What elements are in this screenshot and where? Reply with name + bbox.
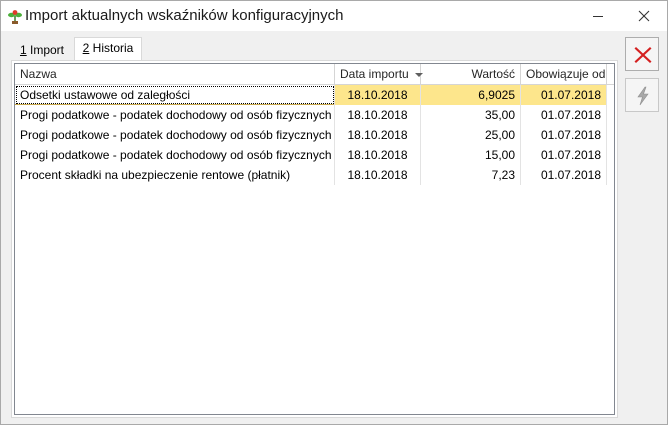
- cell-data-importu: 18.10.2018: [335, 85, 421, 105]
- column-header-wartosc[interactable]: Wartość: [421, 64, 521, 84]
- tab-historia-label: Historia: [89, 41, 134, 55]
- cell-nazwa: Progi podatkowe - podatek dochodowy od o…: [15, 105, 335, 125]
- table-row[interactable]: Procent składki na ubezpieczenie rentowe…: [15, 165, 607, 185]
- table-row[interactable]: Progi podatkowe - podatek dochodowy od o…: [15, 145, 607, 165]
- table-row[interactable]: Progi podatkowe - podatek dochodowy od o…: [15, 125, 607, 145]
- import-window: Import aktualnych wskaźników konfiguracy…: [0, 0, 668, 425]
- title-bar[interactable]: Import aktualnych wskaźników konfiguracy…: [1, 1, 667, 31]
- tab-historia[interactable]: 2 Historia: [74, 37, 142, 61]
- cell-obowiazuje-od: 01.07.2018: [521, 165, 607, 185]
- lightning-icon: [637, 86, 649, 106]
- cell-obowiazuje-od: 01.07.2018: [521, 105, 607, 125]
- column-header-nazwa[interactable]: Nazwa: [15, 64, 335, 84]
- tab-import-label: Import: [26, 43, 65, 57]
- cell-data-importu: 18.10.2018: [335, 125, 421, 145]
- cell-wartosc: 25,00: [421, 125, 521, 145]
- cell-nazwa: Progi podatkowe - podatek dochodowy od o…: [15, 145, 335, 165]
- cell-nazwa: Odsetki ustawowe od zaległości: [15, 85, 335, 105]
- column-header-data-importu[interactable]: Data importu: [335, 64, 423, 84]
- window-title: Import aktualnych wskaźników konfiguracy…: [25, 7, 344, 24]
- close-icon: [638, 10, 650, 22]
- table-row[interactable]: Odsetki ustawowe od zaległości 18.10.201…: [15, 85, 607, 105]
- cell-data-importu: 18.10.2018: [335, 145, 421, 165]
- cancel-button[interactable]: [625, 37, 659, 71]
- cell-data-importu: 18.10.2018: [335, 105, 421, 125]
- cell-wartosc: 35,00: [421, 105, 521, 125]
- cell-wartosc: 15,00: [421, 145, 521, 165]
- table-header: Nazwa Data importu Wartość Obowiązuje od: [15, 64, 614, 85]
- cell-obowiazuje-od: 01.07.2018: [521, 145, 607, 165]
- cell-obowiazuje-od: 01.07.2018: [521, 85, 607, 105]
- historia-panel: Nazwa Data importu Wartość Obowiązuje od…: [11, 60, 618, 418]
- cell-nazwa: Progi podatkowe - podatek dochodowy od o…: [15, 125, 335, 145]
- history-table[interactable]: Nazwa Data importu Wartość Obowiązuje od…: [14, 63, 615, 415]
- cell-obowiazuje-od: 01.07.2018: [521, 125, 607, 145]
- minimize-button[interactable]: [575, 1, 621, 31]
- run-import-button[interactable]: [625, 78, 659, 112]
- column-header-data-importu-label: Data importu: [340, 67, 409, 81]
- cell-nazwa: Procent składki na ubezpieczenie rentowe…: [15, 165, 335, 185]
- table-row[interactable]: Progi podatkowe - podatek dochodowy od o…: [15, 105, 607, 125]
- tab-import[interactable]: 1 Import: [11, 39, 73, 60]
- column-header-obowiazuje-od[interactable]: Obowiązuje od: [521, 64, 607, 84]
- tab-import-hotkey: 1: [19, 43, 27, 57]
- minimize-icon: [593, 16, 603, 17]
- red-x-icon: [634, 47, 652, 63]
- cell-wartosc: 6,9025: [421, 85, 521, 105]
- plant-icon: [7, 9, 23, 25]
- cell-wartosc: 7,23: [421, 165, 521, 185]
- close-window-button[interactable]: [621, 1, 667, 31]
- cell-data-importu: 18.10.2018: [335, 165, 421, 185]
